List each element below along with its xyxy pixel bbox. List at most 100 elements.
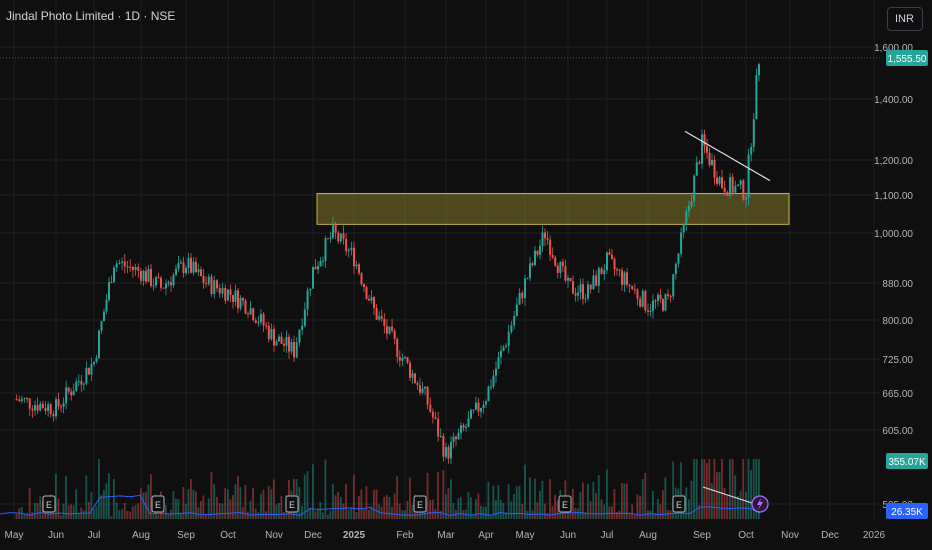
candle-body	[747, 154, 750, 198]
candle-body	[342, 233, 345, 239]
volume-bar	[147, 484, 150, 519]
price-axis: 1,600.001,400.001,200.001,100.001,000.00…	[874, 43, 913, 511]
candle-body	[62, 403, 65, 407]
candle-body	[283, 343, 285, 346]
volume-bar	[72, 505, 75, 519]
volume-bar	[644, 472, 647, 519]
currency-button[interactable]: INR	[887, 7, 923, 31]
candle-body	[350, 247, 353, 250]
earnings-marker: E	[558, 495, 572, 513]
volume-bar	[393, 493, 396, 519]
volume-bar	[210, 471, 213, 519]
volume-bar	[747, 459, 750, 519]
candle-body	[254, 320, 257, 323]
time-tick-label: Jul	[88, 530, 101, 541]
candle-body	[155, 277, 157, 286]
volume-bar	[93, 508, 95, 519]
candle-body	[185, 267, 187, 274]
candle-body	[55, 399, 57, 417]
candle-body	[332, 223, 334, 238]
candle-body	[187, 257, 190, 268]
candle-body	[421, 388, 424, 393]
candle-body	[654, 300, 657, 302]
time-tick-label: Oct	[738, 530, 754, 541]
candle-body	[100, 321, 103, 331]
volume-bar	[739, 490, 742, 519]
volume-bar	[618, 510, 621, 519]
candle-body	[475, 402, 477, 410]
candle-body	[221, 288, 224, 294]
candle-body	[411, 373, 414, 378]
time-tick-label: Feb	[396, 530, 414, 541]
candle-body	[603, 270, 606, 275]
candle-body	[142, 270, 145, 281]
candle-body	[157, 277, 160, 279]
volume-bar	[172, 491, 175, 519]
candle-body	[480, 407, 482, 412]
volume-bar	[314, 511, 317, 519]
price-chart[interactable]: 1,600.001,400.001,200.001,100.001,000.00…	[0, 0, 932, 550]
candle-body	[355, 264, 358, 267]
volume-bar	[265, 511, 267, 519]
candle-body	[398, 356, 401, 361]
volume-bar	[247, 511, 249, 519]
candle-body	[285, 336, 288, 346]
candle-body	[36, 405, 39, 411]
candle-body	[682, 223, 685, 233]
volume-bar	[229, 499, 232, 519]
candle-body	[510, 325, 513, 332]
candle-body	[708, 152, 711, 166]
candle-body	[534, 250, 536, 266]
volume-bar	[85, 475, 88, 519]
candle-body	[202, 275, 205, 283]
candle-body	[295, 342, 298, 358]
volume-bar	[631, 504, 634, 519]
volume-bar	[334, 495, 337, 519]
candle-body	[301, 325, 304, 330]
candle-body	[431, 411, 434, 418]
volume-bar	[416, 511, 419, 519]
candle-body	[507, 331, 510, 346]
candle-body	[723, 187, 726, 193]
candle-body	[347, 249, 350, 252]
candle-body	[455, 436, 457, 440]
volume-bar	[260, 493, 262, 519]
volume-bar	[312, 464, 314, 519]
candle-body	[49, 404, 52, 415]
volume-bar	[726, 495, 729, 519]
candle-body	[662, 298, 664, 311]
time-tick-label: May	[5, 530, 24, 541]
candle-body	[664, 294, 667, 311]
candle-body	[82, 383, 85, 385]
volume-bar	[142, 492, 145, 519]
chart-title: Jindal Photo Limited · 1D · NSE	[6, 9, 176, 23]
volume-bar	[275, 504, 278, 519]
volume-bar	[157, 514, 160, 519]
volume-bar	[216, 497, 218, 519]
candle-body	[20, 398, 23, 402]
earnings-marker-label: E	[46, 500, 52, 510]
candle-body	[462, 425, 465, 428]
volume-bar	[502, 502, 505, 519]
candle-body	[616, 269, 618, 271]
volume-bar	[608, 506, 611, 519]
volume-bar	[221, 503, 224, 519]
candle-body	[758, 64, 760, 76]
candle-body	[110, 282, 113, 284]
volume-bar	[36, 503, 39, 519]
candle-body	[257, 322, 260, 324]
candle-body	[44, 408, 47, 411]
candle-body	[322, 260, 324, 262]
price-tick-label: 800.00	[882, 316, 913, 327]
volume-bar	[572, 488, 574, 519]
volume-bar	[202, 495, 205, 519]
volume-bar	[526, 510, 529, 519]
volume-bar	[113, 478, 115, 519]
volume-bar	[521, 504, 524, 519]
candle-body	[445, 447, 447, 457]
volume-bar	[385, 495, 388, 519]
candle-body	[213, 280, 216, 295]
volume-bar	[737, 496, 739, 519]
volume-bar	[355, 512, 358, 519]
candle-body	[388, 326, 391, 334]
